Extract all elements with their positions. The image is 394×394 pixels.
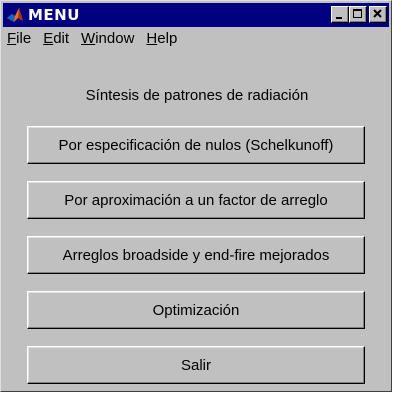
menu-window: MENU File Edit Window Help Síntesis de p… [0, 0, 392, 392]
maximize-icon [353, 9, 362, 18]
nulls-specification-button[interactable]: Por especificación de nulos (Schelkunoff… [27, 126, 365, 164]
optimization-button[interactable]: Optimización [27, 291, 365, 329]
close-button[interactable] [369, 6, 387, 23]
title-bar[interactable]: MENU [3, 3, 389, 27]
window-title: MENU [28, 6, 80, 24]
menu-file-mnemonic: F [7, 30, 17, 47]
menu-file[interactable]: File [7, 29, 31, 49]
broadside-endfire-button[interactable]: Arreglos broadside y end-fire mejorados [27, 236, 365, 274]
window-controls [331, 6, 387, 23]
menu-edit-label: dit [53, 30, 70, 47]
matlab-icon [6, 6, 24, 24]
section-heading: Síntesis de patrones de radiación [85, 87, 309, 104]
exit-button[interactable]: Salir [27, 346, 365, 384]
minimize-button[interactable] [331, 6, 349, 23]
array-factor-approximation-button[interactable]: Por aproximación a un factor de arreglo [27, 181, 365, 219]
maximize-button[interactable] [349, 6, 367, 23]
menu-window-label: indow [95, 30, 135, 47]
menu-help-label: elp [157, 30, 178, 47]
menu-file-label: ile [16, 30, 32, 47]
menu-help[interactable]: Help [146, 29, 177, 49]
menu-edit[interactable]: Edit [43, 29, 69, 49]
menu-edit-mnemonic: E [43, 30, 54, 47]
menu-help-mnemonic: H [146, 30, 158, 47]
menu-window[interactable]: Window [81, 29, 134, 49]
minimize-icon [336, 17, 342, 19]
close-icon [373, 9, 382, 18]
menu-bar: File Edit Window Help [3, 28, 389, 50]
menu-window-mnemonic: W [81, 30, 96, 47]
